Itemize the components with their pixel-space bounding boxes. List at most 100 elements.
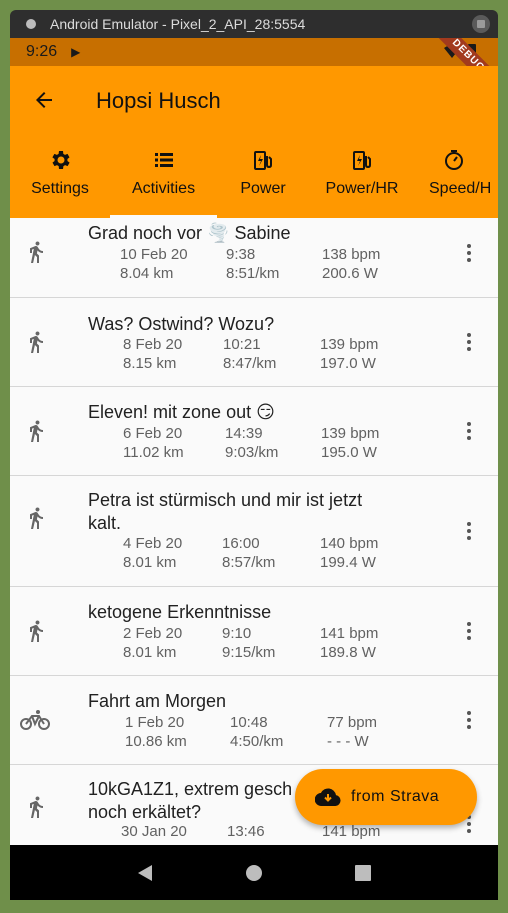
activity-distance: 10.86 km — [125, 733, 187, 750]
activity-date: 6 Feb 20 — [123, 425, 183, 442]
activity-date: 4 Feb 20 — [123, 535, 183, 552]
more-options-icon[interactable] — [466, 333, 472, 353]
nav-recents-icon[interactable] — [354, 864, 372, 882]
arrow-back-icon — [36, 92, 52, 108]
activity-date: 10 Feb 20 — [120, 246, 188, 263]
activity-row[interactable]: Grad noch vor 🌪️ Sabine 10 Feb 20 9:38 1… — [10, 218, 498, 298]
run-icon — [30, 331, 43, 353]
activity-row[interactable]: Petra ist stürmisch und mir ist jetzt ka… — [10, 476, 498, 587]
android-nav-bar — [10, 845, 498, 900]
activity-heartrate: 140 bpm — [320, 535, 379, 552]
activity-distance: 8.01 km — [123, 644, 177, 661]
activity-row[interactable]: Eleven! mit zone out 😏 6 Feb 20 14:39 13… — [10, 387, 498, 476]
play-icon: ▶ — [71, 45, 81, 59]
more-options-icon[interactable] — [466, 244, 472, 264]
activity-title: 10kGA1Z1, extrem gesch noch erkältet? — [88, 779, 293, 822]
activity-heartrate: 139 bpm — [321, 425, 380, 442]
activity-title: Was? Ostwind? Wozu? — [88, 314, 275, 334]
activity-duration: 16:00 — [222, 535, 260, 552]
activity-heartrate: 139 bpm — [320, 336, 379, 353]
emulator-titlebar: Android Emulator - Pixel_2_API_28:5554 — [10, 10, 498, 38]
activity-duration: 13:46 — [227, 823, 265, 840]
activity-title: ketogene Erkenntnisse — [88, 602, 272, 622]
activity-date: 30 Jan 20 — [121, 823, 187, 840]
phone-screen: 9:26 ▶ DEBUG Hopsi Husch Settings Activi… — [10, 38, 498, 900]
bike-icon — [20, 710, 50, 730]
status-time: 9:26 — [26, 43, 58, 60]
from-strava-button[interactable]: from Strava — [295, 769, 477, 825]
run-icon — [30, 241, 43, 263]
activity-pace: 9:15/km — [222, 644, 276, 661]
activity-date: 2 Feb 20 — [123, 625, 183, 642]
more-options-icon[interactable] — [466, 522, 472, 542]
tab-label: Power/HR — [325, 180, 399, 197]
back-button[interactable] — [30, 86, 58, 114]
tab-bar: Settings Activities Power Power/HR Speed… — [10, 142, 498, 218]
tab-speed-hr[interactable]: Speed/H — [415, 142, 498, 218]
list-icon — [154, 153, 173, 167]
activity-heartrate: 141 bpm — [320, 625, 379, 642]
activity-duration: 9:10 — [222, 625, 252, 642]
run-icon — [30, 420, 43, 442]
tab-label: Activities — [131, 180, 196, 197]
activity-title: Eleven! mit zone out 😏 — [88, 402, 275, 422]
activity-pace: 8:51/km — [226, 265, 280, 282]
activity-power: 197.0 W — [320, 355, 376, 372]
activity-date: 1 Feb 20 — [125, 714, 185, 731]
activity-pace: 8:57/km — [222, 554, 276, 571]
status-bar: 9:26 ▶ — [10, 38, 498, 66]
activity-row[interactable]: Fahrt am Morgen 1 Feb 20 10:48 77 bpm 10… — [10, 676, 498, 765]
page-title: Hopsi Husch — [96, 88, 221, 113]
power-hr-icon — [353, 151, 371, 170]
activity-row[interactable]: ketogene Erkenntnisse 2 Feb 20 9:10 141 … — [10, 587, 498, 676]
activity-heartrate: 138 bpm — [322, 246, 381, 263]
activity-pace: 4:50/km — [230, 733, 284, 750]
activity-distance: 8.04 km — [120, 265, 174, 282]
activity-pace: 8:47/km — [223, 355, 277, 372]
nav-back-icon[interactable] — [136, 864, 154, 882]
cloud-download-icon — [315, 788, 341, 807]
window-menu-icon[interactable] — [26, 19, 36, 29]
gear-icon — [52, 151, 70, 169]
window-title: Android Emulator - Pixel_2_API_28:5554 — [50, 16, 306, 32]
activity-power: 200.6 W — [322, 265, 378, 282]
more-options-icon[interactable] — [466, 711, 472, 731]
activity-power: - - - W — [327, 733, 369, 750]
power-icon — [254, 151, 272, 170]
tab-power-hr[interactable]: Power/HR — [309, 142, 415, 218]
activity-distance: 8.15 km — [123, 355, 177, 372]
fab-label: from Strava — [351, 788, 440, 805]
app-bar: Hopsi Husch Settings Activities Power Po… — [10, 66, 498, 218]
stopwatch-icon — [445, 150, 463, 170]
run-icon — [30, 507, 43, 529]
activity-power: 189.8 W — [320, 644, 376, 661]
activity-heartrate: 77 bpm — [327, 714, 378, 731]
activity-title: Fahrt am Morgen — [88, 691, 227, 711]
activity-pace: 9:03/km — [225, 444, 279, 461]
tab-label: Settings — [31, 180, 89, 197]
tab-label: Speed/H — [429, 180, 492, 197]
activity-power: 199.4 W — [320, 554, 376, 571]
activity-duration: 14:39 — [225, 425, 263, 442]
activity-duration: 10:48 — [230, 714, 268, 731]
activity-duration: 10:21 — [223, 336, 261, 353]
activity-power: 195.0 W — [321, 444, 377, 461]
tab-power[interactable]: Power — [217, 142, 309, 218]
activity-title: Petra ist stürmisch und mir ist jetzt ka… — [88, 490, 363, 533]
activity-list: Grad noch vor 🌪️ Sabine 10 Feb 20 9:38 1… — [10, 218, 498, 845]
activity-duration: 9:38 — [226, 246, 256, 263]
activity-title: Grad noch vor 🌪️ Sabine — [88, 223, 291, 243]
activity-date: 8 Feb 20 — [123, 336, 183, 353]
run-icon — [30, 796, 43, 818]
close-window-button[interactable] — [472, 15, 490, 33]
activity-distance: 8.01 km — [123, 554, 177, 571]
activity-row[interactable]: Was? Ostwind? Wozu? 8 Feb 20 10:21 139 b… — [10, 298, 498, 387]
more-options-icon[interactable] — [466, 422, 472, 442]
more-options-icon[interactable] — [466, 622, 472, 642]
nav-home-icon[interactable] — [245, 864, 263, 882]
tab-settings[interactable]: Settings — [10, 142, 110, 218]
activity-heartrate: 141 bpm — [322, 823, 381, 840]
tab-label: Power — [240, 180, 286, 197]
activity-distance: 11.02 km — [123, 444, 184, 461]
tab-activities[interactable]: Activities — [110, 142, 217, 218]
